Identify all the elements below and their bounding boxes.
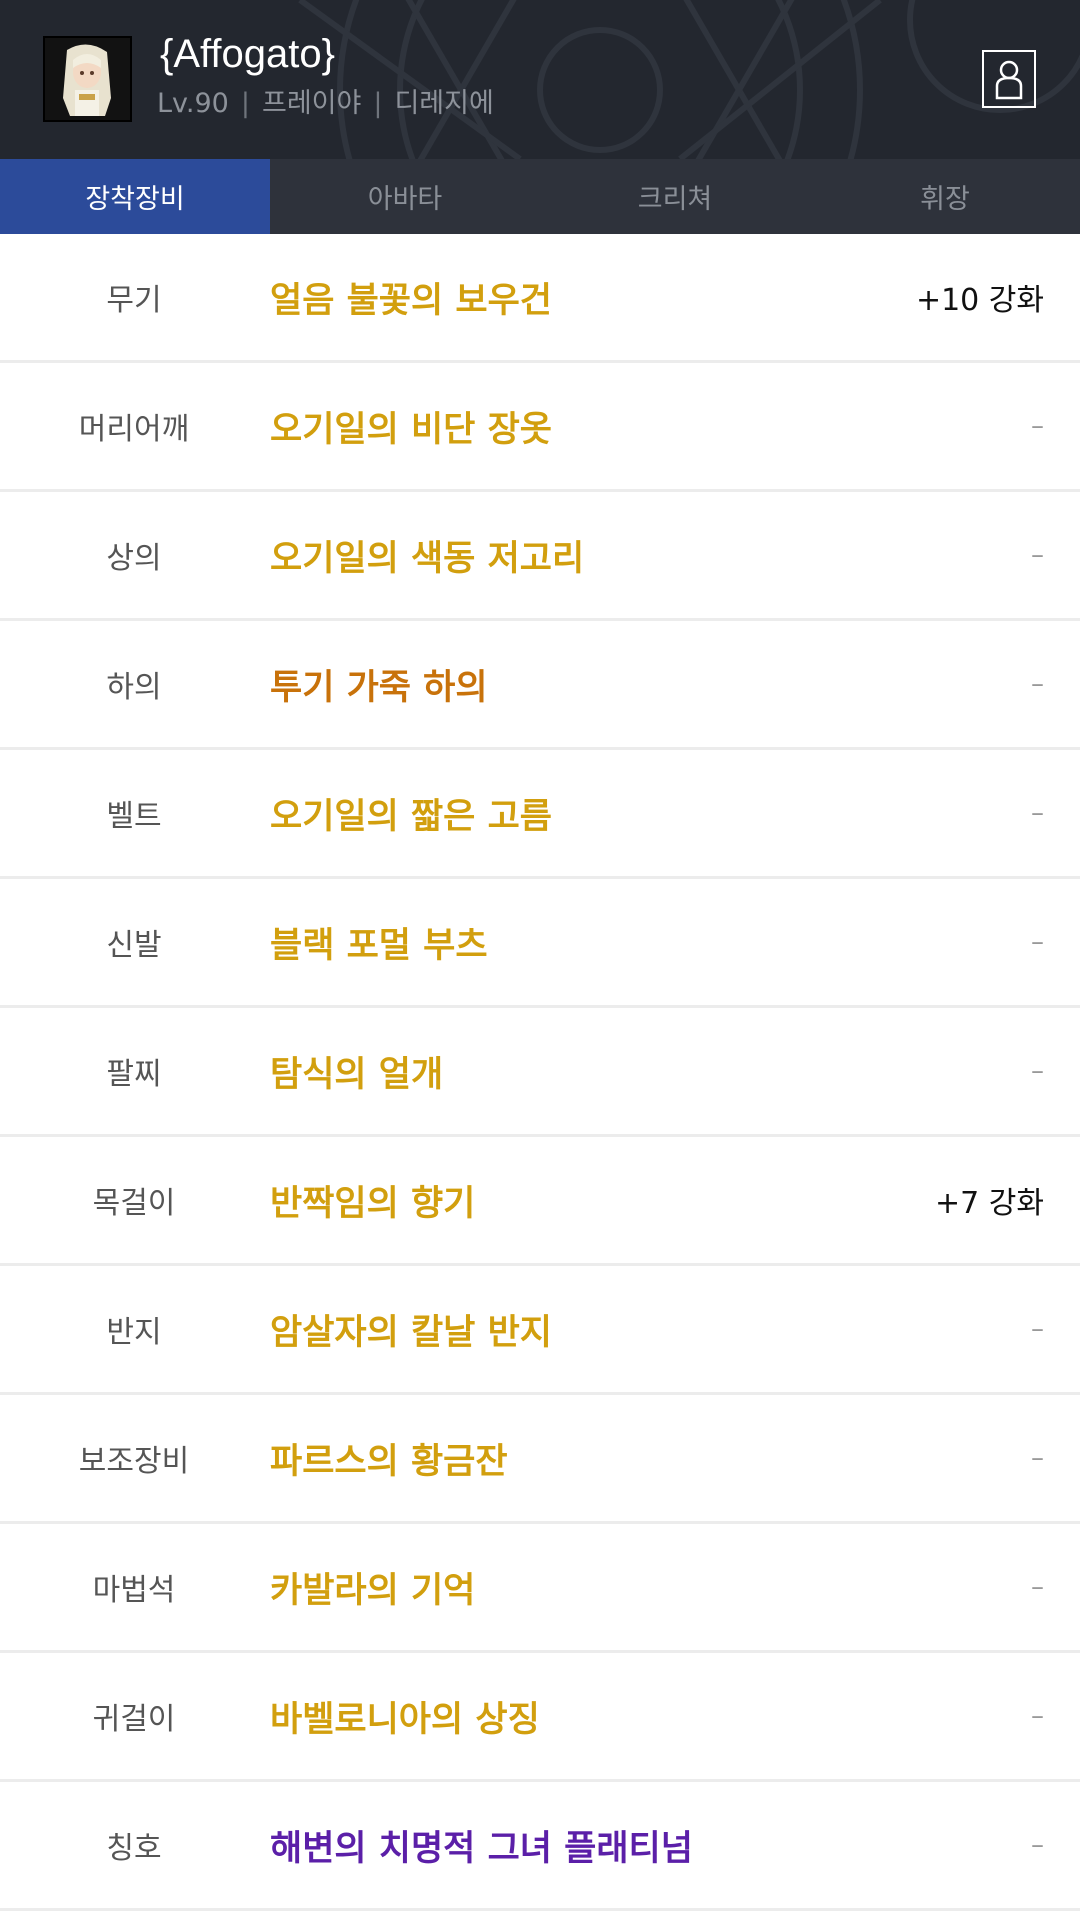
item-name[interactable]: 오기일의 색동 저고리	[270, 530, 584, 581]
equipment-row-shoulder[interactable]: 머리어깨 오기일의 비단 장옷 –	[0, 363, 1080, 492]
item-name[interactable]: 암살자의 칼날 반지	[270, 1304, 552, 1355]
item-name[interactable]: 투기 가죽 하의	[270, 659, 488, 710]
equipment-row-earring[interactable]: 귀걸이 바벨로니아의 상징 –	[0, 1653, 1080, 1782]
slot-label: 마법석	[92, 1573, 176, 1608]
enhance-level: –	[1031, 669, 1044, 699]
slot-label: 팔찌	[106, 1057, 162, 1092]
character-class: 프레이야	[261, 88, 362, 119]
item-name[interactable]: 얼음 불꽃의 보우건	[270, 272, 552, 323]
slot-label: 신발	[106, 928, 162, 963]
equipment-row-magicstone[interactable]: 마법석 카발라의 기억 –	[0, 1524, 1080, 1653]
enhance-level: –	[1031, 411, 1044, 441]
tab-emblem[interactable]: 휘장	[810, 159, 1080, 234]
slot-label: 벨트	[106, 799, 162, 834]
character-header: {Affogato} Lv.90 | 프레이야 | 디레지에	[0, 0, 1080, 159]
profile-button[interactable]	[982, 50, 1036, 108]
equipment-tabs: 장착장비 아바타 크리쳐 휘장	[0, 159, 1080, 234]
item-name[interactable]: 파르스의 황금잔	[270, 1433, 508, 1484]
slot-label: 칭호	[106, 1831, 162, 1866]
item-name[interactable]: 바벨로니아의 상징	[270, 1691, 540, 1742]
slot-label: 머리어깨	[78, 412, 190, 447]
item-name[interactable]: 해변의 치명적 그녀 플래티넘	[270, 1820, 693, 1871]
item-name[interactable]: 카발라의 기억	[270, 1562, 475, 1613]
user-profile-icon	[995, 60, 1023, 100]
enhance-level: –	[1031, 540, 1044, 570]
equipment-row-ring[interactable]: 반지 암살자의 칼날 반지 –	[0, 1266, 1080, 1395]
item-name[interactable]: 탐식의 얼개	[270, 1046, 443, 1097]
character-server: 디레지에	[394, 88, 494, 119]
enhance-level: –	[1031, 1830, 1044, 1860]
enhance-level: –	[1031, 1314, 1044, 1344]
equipment-row-title[interactable]: 칭호 해변의 치명적 그녀 플래티넘 –	[0, 1782, 1080, 1911]
equipment-row-belt[interactable]: 벨트 오기일의 짧은 고름 –	[0, 750, 1080, 879]
slot-label: 목걸이	[92, 1186, 176, 1221]
equipment-row-bracelet[interactable]: 팔찌 탐식의 얼개 –	[0, 1008, 1080, 1137]
tab-creature[interactable]: 크리쳐	[540, 159, 810, 234]
character-name: {Affogato}	[160, 32, 335, 76]
equipment-row-subweapon[interactable]: 보조장비 파르스의 황금잔 –	[0, 1395, 1080, 1524]
slot-label: 상의	[106, 541, 162, 576]
item-name[interactable]: 반짝임의 향기	[270, 1175, 475, 1226]
equipment-row-bottom[interactable]: 하의 투기 가죽 하의 –	[0, 621, 1080, 750]
character-portrait-icon	[45, 38, 130, 120]
enhance-level: –	[1031, 798, 1044, 828]
character-info: Lv.90 | 프레이야 | 디레지에	[157, 86, 494, 122]
equipment-list: 무기 얼음 불꽃의 보우건 +10 강화 머리어깨 오기일의 비단 장옷 – 상…	[0, 234, 1080, 1911]
item-name[interactable]: 블랙 포멀 부츠	[270, 917, 488, 968]
info-separator: |	[373, 88, 383, 119]
slot-label: 귀걸이	[92, 1702, 176, 1737]
equipment-row-weapon[interactable]: 무기 얼음 불꽃의 보우건 +10 강화	[0, 234, 1080, 363]
tab-avatar[interactable]: 아바타	[270, 159, 540, 234]
info-separator: |	[240, 88, 250, 119]
enhance-level: –	[1031, 1056, 1044, 1086]
character-level: Lv.90	[157, 88, 229, 119]
character-avatar	[43, 36, 132, 122]
tab-equipped[interactable]: 장착장비	[0, 159, 270, 234]
enhance-level: +10 강화	[915, 283, 1044, 318]
item-name[interactable]: 오기일의 짧은 고름	[270, 788, 552, 839]
enhance-level: –	[1031, 1572, 1044, 1602]
equipment-row-necklace[interactable]: 목걸이 반짝임의 향기 +7 강화	[0, 1137, 1080, 1266]
slot-label: 무기	[106, 283, 162, 318]
equipment-row-shoes[interactable]: 신발 블랙 포멀 부츠 –	[0, 879, 1080, 1008]
equipment-row-top[interactable]: 상의 오기일의 색동 저고리 –	[0, 492, 1080, 621]
enhance-level: –	[1031, 927, 1044, 957]
slot-label: 반지	[106, 1315, 162, 1350]
slot-label: 하의	[106, 670, 162, 705]
item-name[interactable]: 오기일의 비단 장옷	[270, 401, 552, 452]
enhance-level: +7 강화	[935, 1186, 1044, 1221]
enhance-level: –	[1031, 1443, 1044, 1473]
enhance-level: –	[1031, 1701, 1044, 1731]
slot-label: 보조장비	[78, 1444, 190, 1479]
